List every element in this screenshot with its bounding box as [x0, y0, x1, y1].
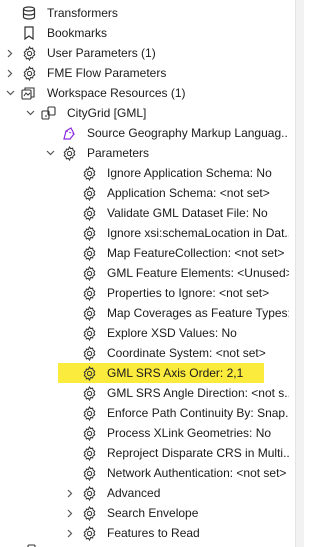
parameter-label: Map FeatureCollection: <not set> [107, 246, 285, 260]
resources-icon [20, 83, 38, 103]
parameter-label: Ignore Application Schema: No [107, 166, 272, 180]
gear-icon [80, 503, 98, 523]
gear-icon [80, 263, 98, 283]
tree-item-features-to-read[interactable]: Features to Read [0, 523, 296, 543]
parameter-item[interactable]: Properties to Ignore: <not set> [0, 283, 296, 303]
gear-icon [20, 63, 38, 83]
gear-icon [80, 423, 98, 443]
gear-icon [80, 523, 98, 543]
parameter-label: Network Authentication: <not set> [107, 466, 287, 480]
parameter-label: Application Schema: <not set> [107, 186, 270, 200]
gear-icon [80, 203, 98, 223]
parameter-label: Process XLink Geometries: No [107, 426, 272, 440]
parameter-item[interactable]: Ignore xsi:schemaLocation in Dat... [0, 223, 296, 243]
gear-icon [80, 183, 98, 203]
gear-icon [80, 163, 98, 183]
gear-icon [80, 463, 98, 483]
tree-item-label: Parameters [87, 146, 150, 160]
tree-item-source-geography[interactable]: Source Geography Markup Languag... [0, 123, 296, 143]
chevron-right-icon[interactable] [65, 523, 75, 543]
gear-icon [80, 303, 98, 323]
gear-icon [80, 403, 98, 423]
parameter-label: Ignore xsi:schemaLocation in Dat... [107, 226, 289, 240]
parameter-item[interactable]: Coordinate System: <not set> [0, 343, 296, 363]
bookmark-icon [20, 23, 38, 43]
chevron-down-icon[interactable] [45, 143, 55, 163]
parameter-item[interactable]: Application Schema: <not set> [0, 183, 296, 203]
parameter-item[interactable]: GML Feature Elements: <Unused> [0, 263, 296, 283]
navigator-tree: Transformers Bookmarks User Parameters (… [0, 0, 296, 547]
parameter-label: Map Coverages as Feature Types:... [107, 306, 289, 320]
gear-icon [80, 363, 98, 383]
parameter-label: Coordinate System: <not set> [107, 346, 266, 360]
parameter-item[interactable]: Map FeatureCollection: <not set> [0, 243, 296, 263]
tree-item-label: Features to Read [107, 526, 200, 540]
reader-icon [20, 541, 38, 547]
tree-item-label: Workspace Resources (1) [47, 86, 186, 100]
tree-item-partial [0, 541, 296, 547]
gear-icon [80, 443, 98, 463]
parameter-label: GML SRS Angle Direction: <not s... [107, 386, 289, 400]
parameter-item[interactable]: GML SRS Angle Direction: <not s... [0, 383, 296, 403]
chevron-right-icon[interactable] [65, 503, 75, 523]
reader-icon [40, 103, 58, 123]
tree-item-label: FME Flow Parameters [47, 66, 167, 80]
parameter-label: Validate GML Dataset File: No [107, 206, 268, 220]
parameter-item[interactable]: Network Authentication: <not set> [0, 463, 296, 483]
database-icon [20, 3, 38, 23]
chevron-down-icon[interactable] [25, 103, 35, 123]
tree-item-label: CityGrid [GML] [67, 106, 147, 120]
parameter-item[interactable]: GML SRS Axis Order: 2,1 [0, 363, 296, 383]
tree-item-user-parameters[interactable]: User Parameters (1) [0, 43, 296, 63]
gear-icon [80, 223, 98, 243]
gear-icon [20, 43, 38, 63]
geometry-icon [60, 123, 78, 143]
parameter-label: Properties to Ignore: <not set> [107, 286, 270, 300]
parameter-label: Enforce Path Continuity By: Snap... [107, 406, 289, 420]
tree-item-search-envelope[interactable]: Search Envelope [0, 503, 296, 523]
gear-icon [80, 383, 98, 403]
tree-item-fme-flow-parameters[interactable]: FME Flow Parameters [0, 63, 296, 83]
tree-item-transformers[interactable]: Transformers [0, 3, 296, 23]
tree-item-parameters[interactable]: Parameters [0, 143, 296, 163]
tree-item-label: Advanced [107, 486, 161, 500]
parameter-label: Explore XSD Values: No [107, 326, 237, 340]
tree-item-label: Search Envelope [107, 506, 199, 520]
gear-icon [80, 283, 98, 303]
tree-item-label: Bookmarks [47, 26, 108, 40]
tree-item-bookmarks[interactable]: Bookmarks [0, 23, 296, 43]
parameter-label: GML SRS Axis Order: 2,1 [107, 366, 244, 380]
parameter-item[interactable]: Validate GML Dataset File: No [0, 203, 296, 223]
chevron-right-icon[interactable] [65, 483, 75, 503]
gear-icon [60, 143, 78, 163]
parameter-label: GML Feature Elements: <Unused> [107, 266, 289, 280]
tree-item-label: User Parameters (1) [47, 46, 156, 60]
gear-icon [80, 483, 98, 503]
chevron-down-icon[interactable] [5, 83, 15, 103]
gear-icon [80, 323, 98, 343]
gear-icon [80, 343, 98, 363]
tree-item-label: Source Geography Markup Languag... [87, 126, 287, 140]
vertical-scrollbar[interactable] [295, 0, 304, 547]
tree-item-label: Transformers [47, 6, 118, 20]
parameter-label: Reproject Disparate CRS in Multi... [107, 446, 289, 460]
tree-item-workspace-resources[interactable]: Workspace Resources (1) [0, 83, 296, 103]
parameter-item[interactable]: Process XLink Geometries: No [0, 423, 296, 443]
gear-icon [80, 243, 98, 263]
parameter-item[interactable]: Enforce Path Continuity By: Snap... [0, 403, 296, 423]
tree-item-advanced[interactable]: Advanced [0, 483, 296, 503]
parameter-item[interactable]: Explore XSD Values: No [0, 323, 296, 343]
parameter-item[interactable]: Map Coverages as Feature Types:... [0, 303, 296, 323]
chevron-right-icon[interactable] [5, 63, 15, 83]
chevron-right-icon[interactable] [5, 43, 15, 63]
parameter-item[interactable]: Reproject Disparate CRS in Multi... [0, 443, 296, 463]
parameter-item[interactable]: Ignore Application Schema: No [0, 163, 296, 183]
tree-item-citygrid[interactable]: CityGrid [GML] [0, 103, 296, 123]
